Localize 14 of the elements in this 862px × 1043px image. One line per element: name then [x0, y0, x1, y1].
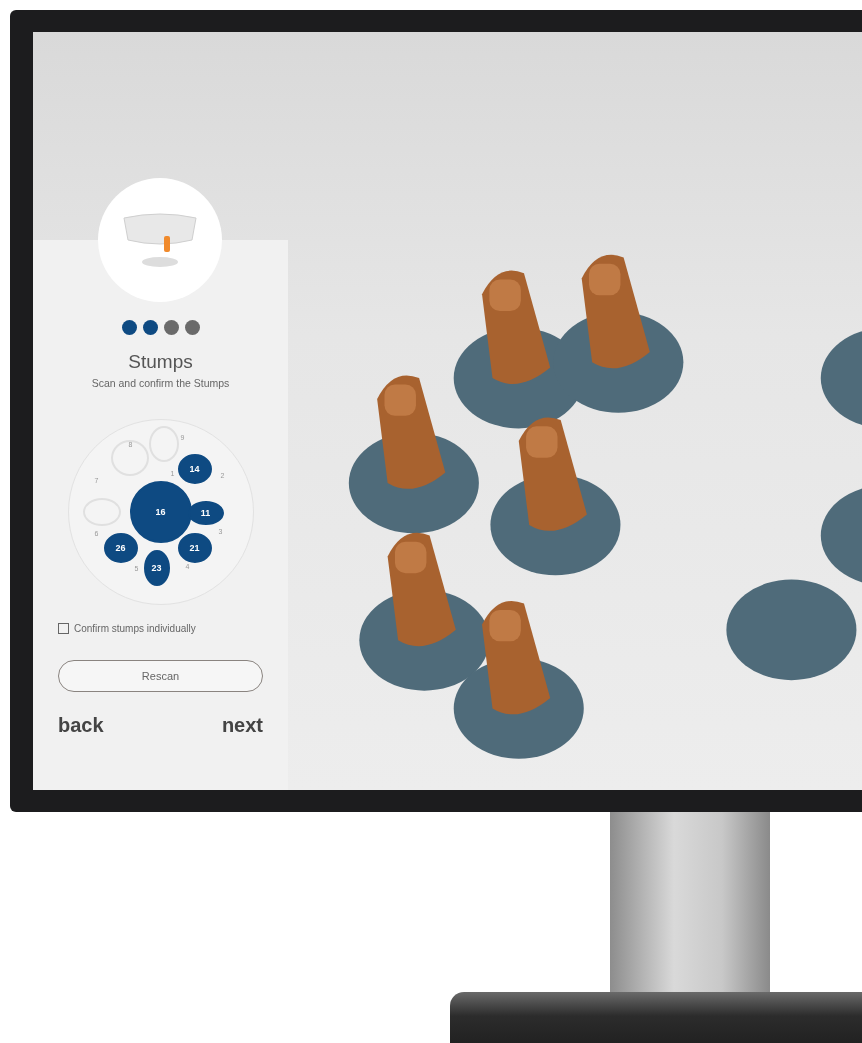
stump-slot[interactable]: 14: [177, 454, 212, 484]
rescan-button[interactable]: Rescan: [58, 660, 263, 692]
stump-slot[interactable]: 16: [129, 481, 192, 543]
stump-slot[interactable]: [148, 426, 179, 462]
step-title: Stumps: [128, 351, 193, 373]
next-button[interactable]: next: [221, 714, 263, 737]
checkbox[interactable]: [58, 623, 69, 634]
dental-model-icon: [120, 210, 200, 270]
stump-slot[interactable]: 23: [143, 550, 170, 586]
stump-slot[interactable]: 26: [103, 533, 138, 563]
step-subtitle: Scan and confirm the Stumps: [91, 377, 230, 389]
stump-slot[interactable]: 21: [177, 533, 212, 563]
checkbox-label: Confirm stumps individually: [74, 623, 196, 634]
back-button[interactable]: back: [58, 714, 104, 737]
